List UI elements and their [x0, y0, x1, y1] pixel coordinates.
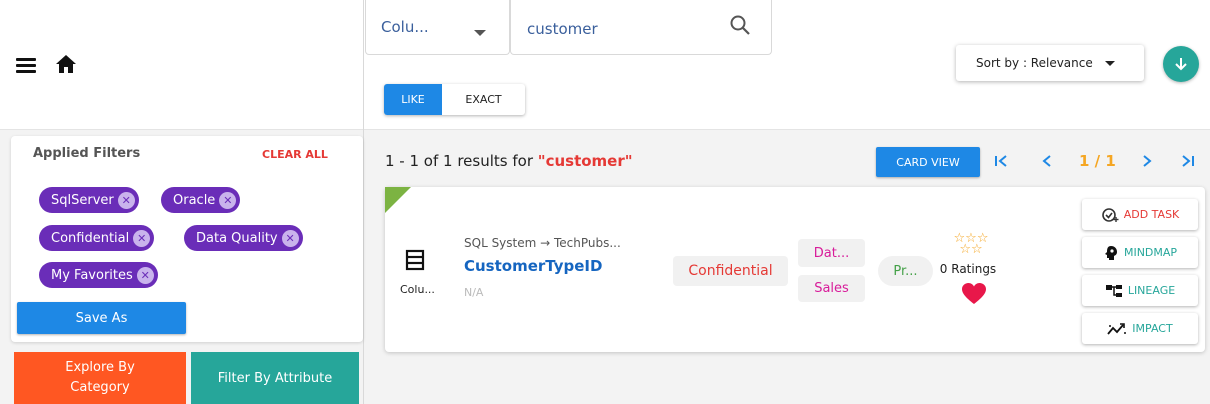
divider [363, 0, 364, 404]
like-button[interactable]: LIKE [384, 84, 442, 115]
sort-dropdown[interactable]: Sort by : Relevance [956, 45, 1144, 81]
column-icon [405, 249, 425, 275]
mindmap-button[interactable]: MINDMAP [1082, 237, 1198, 268]
classification-tag[interactable]: Confidential [673, 256, 788, 286]
add-task-icon [1101, 207, 1119, 223]
last-page-icon [1182, 155, 1194, 167]
filter-chip[interactable]: SqlServer ✕ [39, 187, 139, 213]
search-type-value: Colu... [381, 18, 429, 36]
mindmap-label: MINDMAP [1123, 246, 1178, 259]
chip-label: Confidential [51, 230, 130, 246]
search-query: customer [527, 20, 598, 38]
filter-chip[interactable]: Oracle ✕ [161, 187, 241, 213]
chip-label: SqlServer [51, 192, 114, 208]
result-card[interactable]: Colu... SQL System → TechPubs... Custome… [385, 187, 1205, 352]
mindmap-icon [1103, 245, 1119, 261]
last-page-button[interactable] [1178, 150, 1196, 172]
sort-label: Sort by : Relevance [976, 56, 1093, 70]
prev-page-button[interactable] [1040, 150, 1054, 172]
chevron-down-icon [474, 30, 486, 36]
home-icon[interactable] [55, 54, 77, 74]
explore-by-category-button[interactable]: Explore By Category [14, 352, 186, 404]
favorite-heart-icon[interactable] [961, 282, 987, 310]
ratings-count: 0 Ratings [939, 262, 997, 276]
impact-button[interactable]: IMPACT [1082, 313, 1198, 344]
chip-label: My Favorites [51, 267, 133, 283]
close-icon[interactable]: ✕ [136, 266, 154, 284]
filter-by-attribute-button[interactable]: Filter By Attribute [191, 352, 359, 404]
menu-icon[interactable] [16, 58, 36, 73]
exact-button[interactable]: EXACT [442, 84, 525, 115]
filter-chip[interactable]: Data Quality ✕ [184, 225, 303, 251]
next-page-button[interactable] [1140, 150, 1154, 172]
card-view-button[interactable]: CARD VIEW [876, 147, 980, 177]
chip-label: Data Quality [196, 230, 278, 246]
lineage-button[interactable]: LINEAGE [1082, 275, 1198, 306]
close-icon[interactable]: ✕ [133, 229, 151, 247]
close-icon[interactable]: ✕ [219, 191, 237, 209]
add-task-label: ADD TASK [1123, 208, 1180, 221]
search-icon[interactable] [729, 14, 751, 40]
match-mode-toggle: LIKE EXACT [384, 84, 525, 115]
star-rating[interactable]: ☆☆☆ ☆☆ [942, 232, 1000, 257]
first-page-icon [995, 155, 1007, 167]
impact-label: IMPACT [1132, 322, 1173, 335]
domain-tag[interactable]: Dat... [798, 239, 865, 267]
search-input[interactable]: customer [510, 0, 772, 55]
close-icon[interactable]: ✕ [281, 229, 299, 247]
asset-type-label: Colu... [400, 283, 435, 296]
search-type-select[interactable]: Colu... [365, 0, 510, 55]
card-corner-marker [385, 187, 411, 213]
asset-path[interactable]: SQL System → TechPubs... [464, 236, 621, 250]
chevron-right-icon [1143, 155, 1152, 167]
page-info: 1 / 1 [1079, 152, 1116, 170]
asset-description: N/A [464, 286, 484, 299]
asset-name-link[interactable]: CustomerTypeID [464, 257, 602, 275]
lineage-label: LINEAGE [1127, 284, 1176, 297]
filter-chip[interactable]: My Favorites ✕ [39, 262, 158, 288]
chevron-down-icon [1104, 60, 1115, 66]
chevron-left-icon [1042, 155, 1051, 167]
star-icon[interactable]: ☆ [959, 242, 971, 257]
star-icon[interactable]: ☆ [971, 242, 983, 257]
results-query: "customer" [537, 152, 633, 170]
status-badge: Pr... [878, 256, 933, 286]
impact-icon [1107, 322, 1127, 336]
results-count: 1 - 1 of 1 results for [385, 152, 538, 170]
download-button[interactable] [1163, 46, 1199, 82]
domain-tag[interactable]: Sales [798, 275, 865, 302]
lineage-icon [1105, 284, 1123, 298]
clear-all-button[interactable]: CLEAR ALL [262, 148, 328, 161]
add-task-button[interactable]: ADD TASK [1082, 199, 1198, 230]
filters-title: Applied Filters [33, 146, 141, 161]
arrow-down-icon [1175, 58, 1187, 71]
close-icon[interactable]: ✕ [117, 191, 135, 209]
save-as-button[interactable]: Save As [17, 302, 186, 334]
first-page-button[interactable] [993, 150, 1011, 172]
applied-filters-panel: Applied Filters CLEAR ALL SqlServer ✕ Ora… [11, 136, 363, 342]
results-summary: 1 - 1 of 1 results for "customer" [385, 152, 633, 170]
filter-chip[interactable]: Confidential ✕ [39, 225, 155, 251]
chip-label: Oracle [173, 192, 216, 208]
